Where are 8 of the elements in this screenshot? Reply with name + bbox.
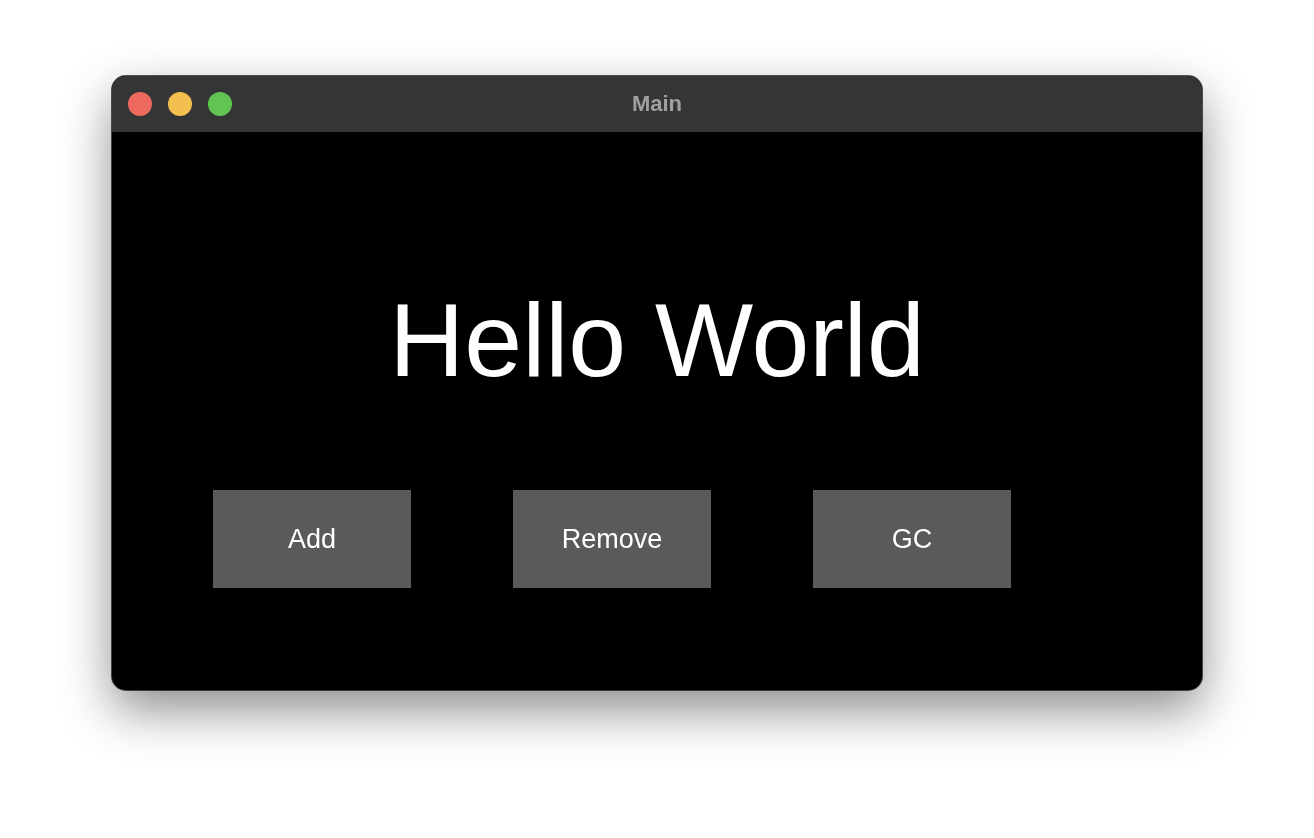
action-button[interactable]: Remove	[513, 490, 711, 588]
action-button[interactable]: GC	[813, 490, 1011, 588]
close-button[interactable]	[128, 92, 152, 116]
zoom-button[interactable]	[208, 92, 232, 116]
hello-heading: Hello World	[388, 281, 926, 400]
window-title: Main	[631, 91, 683, 117]
minimize-button[interactable]	[168, 92, 192, 116]
action-button[interactable]: Add	[213, 490, 411, 588]
